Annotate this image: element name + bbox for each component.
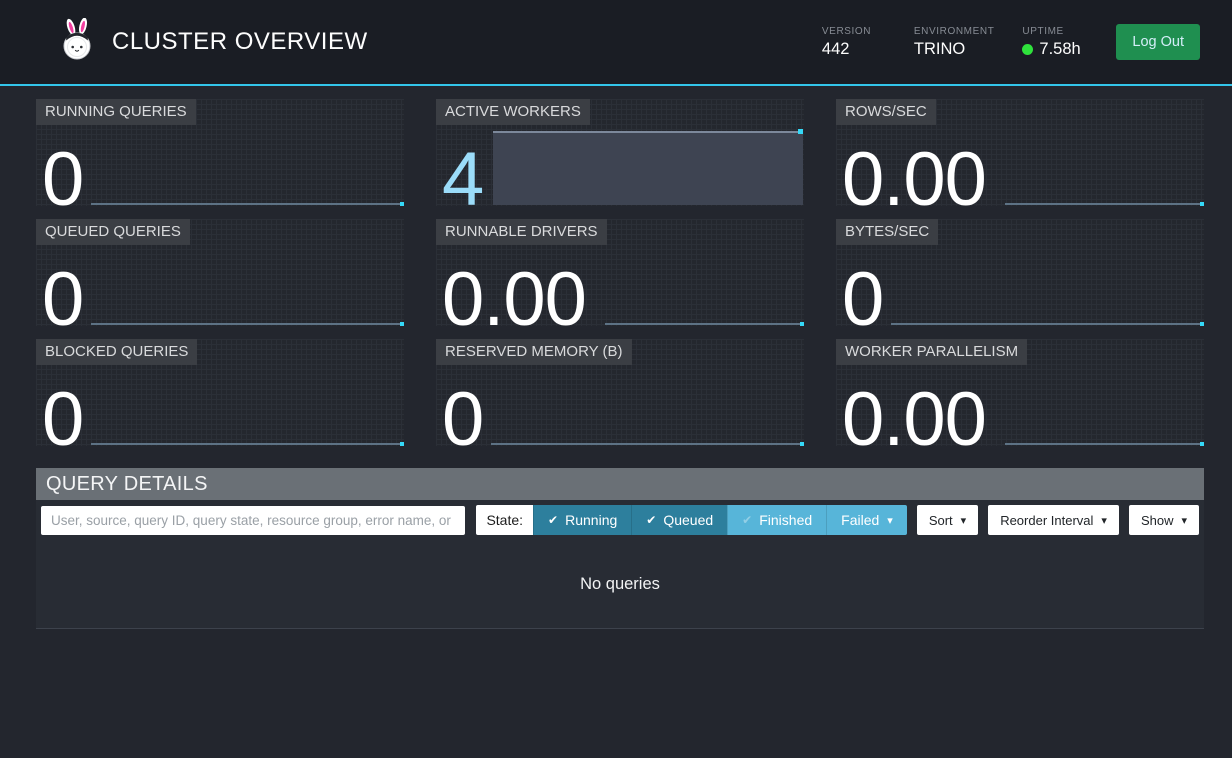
- tile-reserved-memory: RESERVED MEMORY (B) 0: [436, 339, 804, 446]
- metrics-grid: RUNNING QUERIES 0 ACTIVE WORKERS 4 ROWS/…: [36, 99, 1204, 446]
- tile-queued-queries: QUEUED QUERIES 0: [36, 219, 404, 326]
- sparkline-dot-icon: [1200, 322, 1204, 326]
- query-toolbar: State: ✔ Running ✔ Queued ✔ Finished Fai…: [36, 500, 1204, 540]
- bunny-logo-svg: [58, 18, 96, 62]
- query-search-input[interactable]: [41, 506, 465, 535]
- sparkline-area: [493, 131, 803, 205]
- version-info: VERSION 442: [822, 26, 886, 59]
- check-icon: ✔: [742, 513, 752, 527]
- metric-label: RUNNING QUERIES: [36, 99, 196, 125]
- filter-finished-button[interactable]: ✔ Finished: [727, 505, 826, 535]
- metric-label: WORKER PARALLELISM: [836, 339, 1027, 365]
- sort-label: Sort: [929, 513, 953, 528]
- reorder-interval-label: Reorder Interval: [1000, 513, 1093, 528]
- metric-label: QUEUED QUERIES: [36, 219, 190, 245]
- sort-dropdown-button[interactable]: Sort ▾: [917, 505, 978, 535]
- metric-value: 0.00: [842, 382, 986, 458]
- uptime-label: UPTIME: [1022, 26, 1086, 37]
- sparkline-dot-icon: [400, 202, 404, 206]
- sparkline-dot-icon: [800, 322, 804, 326]
- state-filter-group: State: ✔ Running ✔ Queued ✔ Finished Fai…: [476, 505, 906, 535]
- sparkline: [491, 443, 803, 445]
- tile-worker-parallelism: WORKER PARALLELISM 0.00: [836, 339, 1204, 446]
- filter-failed-label: Failed: [841, 512, 879, 528]
- version-value: 442: [822, 40, 886, 59]
- metric-label: ACTIVE WORKERS: [436, 99, 590, 125]
- metric-value: 0: [42, 142, 83, 218]
- metric-value: 0: [42, 382, 83, 458]
- uptime-value-wrap: 7.58h: [1022, 40, 1086, 59]
- metric-value: 0.00: [442, 262, 586, 338]
- sparkline: [1005, 203, 1203, 205]
- query-details-title: QUERY DETAILS: [36, 468, 1204, 500]
- sparkline: [91, 203, 403, 205]
- filter-running-button[interactable]: ✔ Running: [533, 505, 631, 535]
- check-icon: ✔: [646, 513, 656, 527]
- metric-label: BLOCKED QUERIES: [36, 339, 197, 365]
- tile-rows-per-sec: ROWS/SEC 0.00: [836, 99, 1204, 206]
- filter-finished-label: Finished: [759, 512, 812, 528]
- show-label: Show: [1141, 513, 1174, 528]
- metric-label: ROWS/SEC: [836, 99, 936, 125]
- header-meta: VERSION 442 ENVIRONMENT TRINO UPTIME 7.5…: [822, 26, 1087, 59]
- sparkline-dot-icon: [400, 322, 404, 326]
- metric-value: 0: [842, 262, 883, 338]
- sparkline: [91, 323, 403, 325]
- metric-value: 0.00: [842, 142, 986, 218]
- bunny-astronaut-logo-icon[interactable]: [58, 18, 96, 67]
- tile-active-workers: ACTIVE WORKERS 4: [436, 99, 804, 206]
- sparkline-dot-icon: [1200, 442, 1204, 446]
- filter-queued-label: Queued: [663, 512, 713, 528]
- reorder-interval-dropdown-button[interactable]: Reorder Interval ▾: [988, 505, 1119, 535]
- sparkline-dot-icon: [798, 129, 803, 134]
- metric-value: 0: [42, 262, 83, 338]
- metric-value: 4: [442, 142, 483, 218]
- uptime-status-dot-icon: [1022, 44, 1033, 55]
- app-header: CLUSTER OVERVIEW VERSION 442 ENVIRONMENT…: [0, 0, 1232, 86]
- filter-failed-dropdown-button[interactable]: Failed ▾: [826, 505, 907, 535]
- sparkline-dot-icon: [1200, 202, 1204, 206]
- tile-runnable-drivers: RUNNABLE DRIVERS 0.00: [436, 219, 804, 326]
- filter-running-label: Running: [565, 512, 617, 528]
- sparkline: [605, 323, 803, 325]
- metric-value: 0: [442, 382, 483, 458]
- sparkline-dot-icon: [400, 442, 404, 446]
- caret-down-icon: ▾: [1101, 514, 1107, 527]
- uptime-value: 7.58h: [1039, 40, 1080, 59]
- empty-queries-message: No queries: [36, 540, 1204, 628]
- check-icon: ✔: [548, 513, 558, 527]
- caret-down-icon: ▾: [887, 514, 893, 527]
- logout-button[interactable]: Log Out: [1116, 24, 1200, 60]
- metric-label: RESERVED MEMORY (B): [436, 339, 632, 365]
- environment-info: ENVIRONMENT TRINO: [914, 26, 995, 59]
- tile-blocked-queries: BLOCKED QUERIES 0: [36, 339, 404, 446]
- filter-queued-button[interactable]: ✔ Queued: [631, 505, 727, 535]
- environment-label: ENVIRONMENT: [914, 26, 995, 37]
- environment-value: TRINO: [914, 40, 995, 59]
- query-details-body: State: ✔ Running ✔ Queued ✔ Finished Fai…: [36, 500, 1204, 629]
- tile-running-queries: RUNNING QUERIES 0: [36, 99, 404, 206]
- uptime-info: UPTIME 7.58h: [1022, 26, 1086, 59]
- version-label: VERSION: [822, 26, 886, 37]
- metric-label: BYTES/SEC: [836, 219, 938, 245]
- state-filter-label: State:: [476, 505, 533, 535]
- show-dropdown-button[interactable]: Show ▾: [1129, 505, 1199, 535]
- metric-label: RUNNABLE DRIVERS: [436, 219, 607, 245]
- tile-bytes-per-sec: BYTES/SEC 0: [836, 219, 1204, 326]
- sparkline: [1005, 443, 1203, 445]
- sparkline-dot-icon: [800, 442, 804, 446]
- sparkline: [91, 443, 403, 445]
- sparkline: [891, 323, 1203, 325]
- caret-down-icon: ▾: [1181, 514, 1187, 527]
- query-details-panel: QUERY DETAILS State: ✔ Running ✔ Queued …: [36, 468, 1204, 629]
- page-title: CLUSTER OVERVIEW: [112, 28, 368, 56]
- caret-down-icon: ▾: [961, 514, 967, 527]
